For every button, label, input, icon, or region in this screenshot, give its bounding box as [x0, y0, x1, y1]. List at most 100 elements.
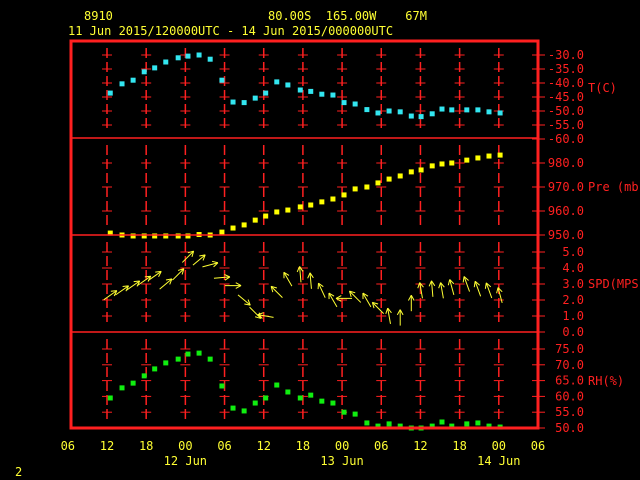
y-tick-label: 0.0 — [562, 325, 584, 339]
wind-arrow — [103, 290, 118, 301]
wind-arrow — [213, 274, 231, 281]
y-tick-label: -30.0 — [548, 48, 584, 62]
pressure-point — [352, 186, 358, 192]
relative_humidity-point — [263, 395, 269, 401]
wind-arrow — [202, 260, 219, 268]
wind-arrow-head — [144, 275, 151, 278]
pressure-point — [230, 225, 236, 231]
pressure-point — [241, 222, 247, 228]
y-tick-label: -50.0 — [548, 104, 584, 118]
pressure-point — [185, 233, 191, 239]
temperature-point — [252, 95, 258, 101]
wind-arrow — [181, 250, 195, 263]
y-tick-label: -60.0 — [548, 132, 584, 146]
station-id: 8910 — [84, 9, 113, 23]
temperature-point — [130, 77, 136, 83]
wind-arrow — [438, 282, 445, 299]
wind-arrow-head — [438, 282, 442, 289]
relative_humidity-point — [152, 366, 158, 372]
y-tick-label: 60.0 — [555, 389, 584, 403]
x-tick-label: 12 — [413, 439, 427, 453]
wind-arrow — [192, 254, 206, 266]
wind-arrow — [296, 266, 304, 283]
temperature-point — [364, 107, 370, 113]
x-tick-label: 06 — [61, 439, 75, 453]
temperature-point — [308, 88, 314, 94]
temperature-point — [230, 99, 236, 105]
pressure-point — [330, 196, 336, 202]
temperature-point — [185, 53, 191, 59]
temperature-point — [207, 56, 213, 62]
temperature-point — [285, 82, 291, 88]
relative_humidity-point — [330, 400, 336, 406]
wind-arrow — [159, 278, 173, 290]
y-tick-label: 950.0 — [548, 228, 584, 242]
wind-arrow-head — [122, 285, 129, 287]
x-tick-label: 12 — [256, 439, 270, 453]
temperature-point — [219, 77, 225, 83]
wind-arrow-head — [473, 281, 476, 288]
temperature-point — [497, 110, 503, 116]
x-date-label: 13 Jun — [320, 454, 363, 468]
y-tick-label: -45.0 — [548, 90, 584, 104]
x-tick-label: 18 — [139, 439, 153, 453]
relative_humidity-point — [274, 382, 280, 388]
y-tick-label: -40.0 — [548, 76, 584, 90]
temperature-point — [352, 101, 358, 107]
y-tick-label: 4.0 — [562, 261, 584, 275]
y-tick-label: 65.0 — [555, 374, 584, 388]
y-tick-label: 970.0 — [548, 180, 584, 194]
temperature-point — [152, 65, 158, 71]
page-number: 2 — [15, 465, 22, 479]
pressure-point — [130, 233, 136, 239]
x-tick-label: 06 — [531, 439, 545, 453]
wind-arrow — [328, 292, 338, 308]
temperature-point — [375, 110, 381, 116]
panel-label-pressure: Pre (mb) — [588, 180, 640, 194]
wind-arrow — [484, 282, 493, 299]
temperature-point — [119, 81, 125, 87]
pressure-point — [175, 233, 181, 239]
relative_humidity-point — [196, 350, 202, 356]
plot-frame — [69, 39, 540, 430]
panel-label-relative_humidity: RH(%) — [588, 374, 624, 388]
temperature-point — [175, 55, 181, 61]
relative_humidity-point — [130, 380, 136, 386]
temperature-point — [408, 113, 414, 119]
temperature-point — [297, 87, 303, 93]
wind-arrow-head — [110, 290, 117, 292]
temperature-point — [439, 106, 445, 112]
relative_humidity-point — [252, 400, 258, 406]
x-date-label: 14 Jun — [477, 454, 520, 468]
wind-arrow-head — [462, 276, 465, 283]
relative_humidity-point — [185, 351, 191, 357]
pressure-point — [274, 209, 280, 215]
pressure-point — [341, 192, 347, 198]
relative_humidity-point — [107, 395, 113, 401]
wind-arrow — [385, 307, 392, 324]
wind-arrow-head — [211, 260, 219, 264]
relative_humidity-point — [285, 389, 291, 395]
wind-arrow — [473, 280, 482, 297]
y-tick-label: 960.0 — [548, 204, 584, 218]
relative_humidity-point — [141, 373, 147, 379]
temperature-point — [141, 69, 147, 75]
wind-arrow — [447, 279, 455, 296]
panel-label-temperature: T(C) — [588, 81, 617, 95]
x-tick-label: 18 — [452, 439, 466, 453]
temperature-point — [274, 79, 280, 85]
x-date-label: 12 Jun — [164, 454, 207, 468]
temperature-point — [163, 59, 169, 65]
pressure-point — [486, 153, 492, 159]
temperature-point — [475, 107, 481, 113]
pressure-point — [497, 152, 503, 158]
pressure-point — [364, 184, 370, 190]
x-tick-label: 00 — [178, 439, 192, 453]
pressure-point — [429, 163, 435, 169]
wind-arrow-head — [385, 307, 389, 314]
x-tick-label: 12 — [100, 439, 114, 453]
wind-arrow — [362, 292, 372, 308]
pressure-point — [297, 204, 303, 210]
relative_humidity-point — [230, 405, 236, 411]
wind-arrow — [407, 294, 415, 312]
